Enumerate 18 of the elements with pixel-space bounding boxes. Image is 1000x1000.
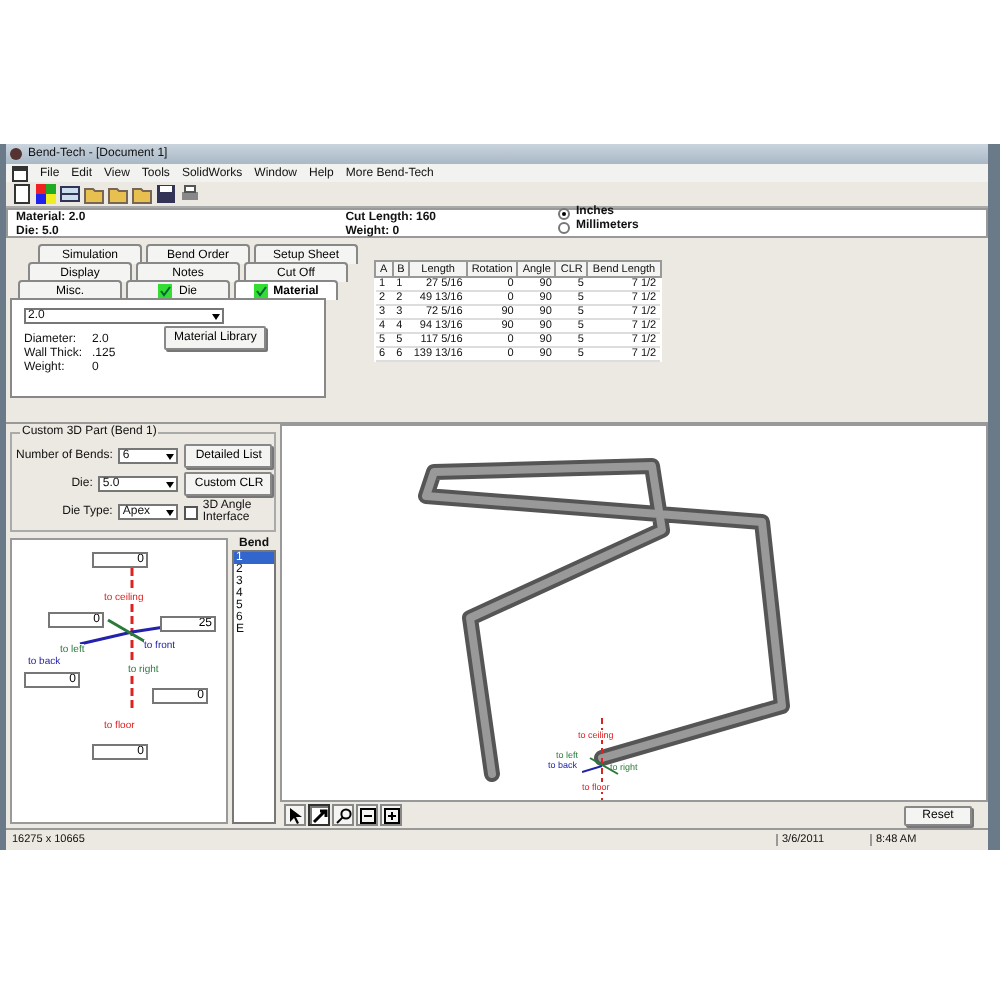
dropdown-arrow-icon — [166, 481, 175, 487]
print-icon[interactable] — [180, 184, 200, 204]
new-file-icon[interactable] — [12, 184, 32, 204]
fit-tool-button[interactable] — [356, 804, 378, 826]
dropdown-arrow-icon — [166, 453, 175, 459]
document-icon — [12, 165, 28, 181]
save-icon[interactable] — [156, 184, 176, 204]
rotate-tool-button[interactable] — [308, 804, 330, 826]
pointer-tool-button[interactable] — [284, 804, 306, 826]
checkbox[interactable] — [184, 505, 199, 519]
palette-icon[interactable] — [36, 184, 56, 204]
zoombox-tool-button[interactable] — [380, 804, 402, 826]
dropdown-arrow-icon — [166, 509, 175, 515]
axis-indicator-drawing — [582, 718, 622, 800]
zoom-tool-button[interactable] — [332, 804, 354, 826]
app-icon — [10, 148, 22, 160]
table-icon[interactable] — [60, 184, 80, 204]
dropdown-arrow-icon — [212, 313, 220, 319]
